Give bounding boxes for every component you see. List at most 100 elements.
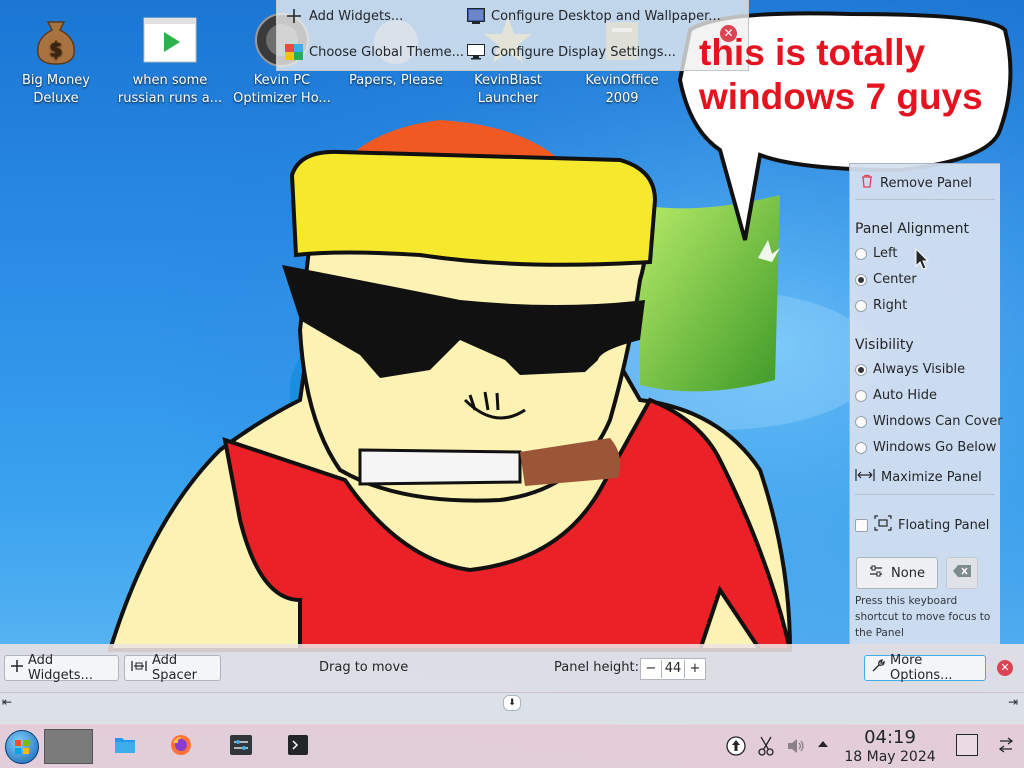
- panel-height-label: Panel height:: [554, 660, 640, 675]
- panel-options-popup: Remove Panel Panel Alignment Left Center…: [849, 163, 1003, 645]
- add-spacer-button[interactable]: Add Spacer: [124, 653, 221, 683]
- terminal-icon[interactable]: [288, 735, 308, 755]
- desktop-icon-label: Optimizer Ho...: [233, 91, 331, 106]
- spacer-icon: [131, 660, 147, 676]
- digital-clock[interactable]: 04:19 18 May 2024: [838, 728, 942, 766]
- radio-indicator: [855, 247, 867, 260]
- speech-bubble-text: this is totally windows 7 guys: [699, 31, 999, 119]
- minus-icon[interactable]: −: [641, 660, 662, 678]
- desktop-toolbox: Add Widgets... Configure Desktop and Wal…: [276, 0, 749, 71]
- visibility-windows-can-cover-radio[interactable]: Windows Can Cover: [855, 414, 1003, 429]
- desktop-icon-label: KevinBlast: [474, 73, 542, 88]
- speech-bubble-line: this is totally: [699, 32, 926, 73]
- panel-size-ruler[interactable]: ⇤ ⬇ ⇥: [0, 692, 1024, 725]
- maximize-width-icon: [855, 468, 875, 486]
- windows-logo-icon: [15, 740, 29, 754]
- desktop-icon-video[interactable]: when some russian runs a...: [114, 10, 226, 108]
- right-edge-arrow-icon[interactable]: ⇥: [1008, 695, 1018, 709]
- center-handle-icon[interactable]: ⬇: [503, 695, 521, 711]
- wallpaper-icon: [467, 7, 485, 25]
- alignment-left-radio[interactable]: Left: [855, 246, 897, 261]
- panel-height-value[interactable]: 44: [662, 660, 684, 678]
- desktop-icon-label: 2009: [605, 91, 639, 106]
- maximize-panel-button[interactable]: Maximize Panel: [855, 468, 982, 486]
- visibility-auto-hide-radio[interactable]: Auto Hide: [855, 388, 937, 403]
- visibility-option-label: Windows Go Below: [873, 440, 997, 455]
- desktop-icon-label: Deluxe: [33, 91, 79, 106]
- backspace-icon: [953, 565, 971, 581]
- configure-shortcut-icon: [869, 565, 883, 581]
- add-widgets-panel-button[interactable]: Add Widgets...: [4, 653, 119, 683]
- drag-to-move-hint[interactable]: Drag to move: [319, 660, 408, 675]
- configure-desktop-label: Configure Desktop and Wallpaper...: [491, 8, 721, 24]
- shortcut-hint: Press this keyboard shortcut to move foc…: [855, 595, 991, 639]
- add-spacer-label: Add Spacer: [152, 653, 197, 683]
- taskbar: 04:19 18 May 2024: [0, 724, 1024, 768]
- desktop-icon-label: Kevin PC: [253, 73, 311, 88]
- tray-expand-icon[interactable]: [817, 738, 829, 748]
- configure-desktop-button[interactable]: Configure Desktop and Wallpaper...: [467, 4, 721, 28]
- clipboard-scissors-icon[interactable]: [756, 735, 776, 757]
- shortcut-button[interactable]: None: [856, 557, 938, 589]
- floating-panel-checkbox[interactable]: Floating Panel: [855, 515, 989, 535]
- file-manager-icon[interactable]: [114, 736, 136, 754]
- trash-icon: [860, 174, 874, 192]
- mouse-cursor-icon: [915, 248, 929, 270]
- configure-display-label: Configure Display Settings...: [491, 44, 676, 60]
- shortcut-label: None: [891, 565, 925, 581]
- radio-indicator: [855, 389, 867, 402]
- remove-panel-label: Remove Panel: [880, 175, 972, 191]
- svg-text:$: $: [49, 37, 63, 61]
- remove-panel-button[interactable]: Remove Panel: [860, 174, 972, 192]
- show-desktop-button[interactable]: [956, 734, 978, 756]
- visibility-windows-go-below-radio[interactable]: Windows Go Below: [855, 440, 996, 455]
- plus-icon[interactable]: +: [684, 660, 705, 678]
- left-edge-arrow-icon[interactable]: ⇤: [2, 695, 12, 709]
- clock-date: 18 May 2024: [844, 749, 936, 765]
- close-panel-edit-button[interactable]: ✕: [997, 660, 1013, 676]
- clear-shortcut-button[interactable]: [946, 557, 978, 589]
- desktop-icon-label: Launcher: [477, 91, 539, 106]
- panel-height-stepper[interactable]: − 44 +: [640, 658, 706, 680]
- firefox-icon[interactable]: [170, 734, 192, 756]
- visibility-option-label: Windows Can Cover: [873, 414, 1003, 429]
- choose-global-theme-button[interactable]: Choose Global Theme...: [285, 40, 464, 64]
- radio-indicator: [855, 415, 867, 428]
- desktop-icon-label: russian runs a...: [117, 91, 223, 106]
- more-options-label: More Options...: [890, 653, 953, 683]
- choose-global-theme-label: Choose Global Theme...: [309, 44, 464, 60]
- desktop-icon-label: KevinOffice: [585, 73, 659, 88]
- floating-panel-label: Floating Panel: [898, 517, 990, 533]
- system-settings-icon[interactable]: [230, 735, 252, 755]
- configure-display-button[interactable]: Configure Display Settings...: [467, 40, 676, 64]
- palette-icon: [285, 43, 303, 61]
- pager-widget[interactable]: [44, 729, 93, 764]
- divider: [855, 494, 995, 495]
- plus-icon: [11, 660, 23, 676]
- desktop-icon-big-money[interactable]: $ Big Money Deluxe: [0, 10, 112, 108]
- visibility-always-visible-radio[interactable]: Always Visible: [855, 362, 965, 377]
- volume-icon[interactable]: [786, 736, 806, 756]
- updates-icon[interactable]: [726, 736, 746, 756]
- alignment-center-radio[interactable]: Center: [855, 272, 917, 287]
- floating-panel-icon: [874, 515, 892, 535]
- add-widgets-button[interactable]: Add Widgets...: [285, 4, 403, 28]
- start-menu-button[interactable]: [5, 730, 39, 764]
- radio-indicator: [855, 273, 867, 286]
- desktop-icon-label: when some: [132, 73, 208, 88]
- add-widgets-panel-label: Add Widgets...: [28, 653, 93, 683]
- radio-indicator: [855, 299, 867, 312]
- radio-indicator: [855, 363, 867, 376]
- desktop-icon-label: Big Money: [21, 73, 90, 88]
- more-options-button[interactable]: More Options...: [864, 653, 986, 683]
- plus-icon: [285, 7, 303, 25]
- alignment-right-label: Right: [873, 298, 908, 313]
- alignment-right-radio[interactable]: Right: [855, 298, 907, 313]
- add-widgets-label: Add Widgets...: [309, 8, 404, 24]
- monitor-icon: [467, 43, 485, 61]
- panel-edit-toolbar: Add Widgets... Add Spacer Drag to move P…: [0, 644, 1024, 692]
- checkbox-indicator: [855, 518, 868, 532]
- wrench-icon: [871, 659, 885, 677]
- panel-configure-icon[interactable]: [998, 736, 1014, 754]
- radio-indicator: [855, 441, 867, 454]
